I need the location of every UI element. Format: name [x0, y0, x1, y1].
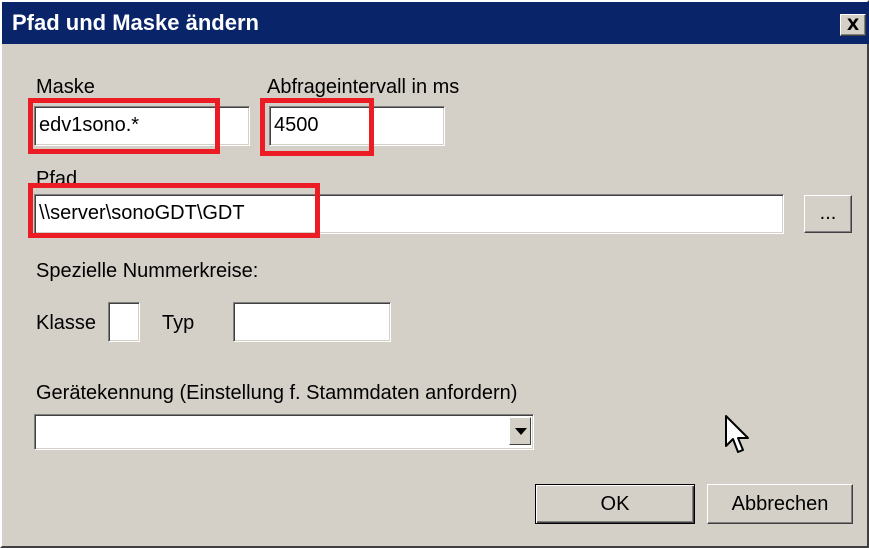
special-ranges-label: Spezielle Nummerkreise: — [36, 260, 259, 282]
browse-button-label: ... — [819, 202, 837, 224]
ok-button-label: OK — [600, 493, 630, 515]
class-input[interactable] — [108, 302, 140, 342]
type-label: Typ — [162, 312, 195, 334]
ok-button[interactable]: OK — [535, 484, 695, 524]
cancel-button[interactable]: Abbrechen — [707, 484, 853, 524]
interval-label: Abfrageintervall in ms — [267, 76, 460, 98]
title-bar[interactable]: Pfad und Maske ändern X — [2, 2, 869, 44]
browse-button[interactable]: ... — [804, 195, 852, 233]
mask-label: Maske — [36, 76, 95, 98]
chevron-down-icon[interactable] — [509, 417, 531, 445]
arrow-cursor-icon — [725, 415, 749, 453]
cancel-button-label: Abbrechen — [731, 493, 829, 515]
class-label: Klasse — [36, 312, 97, 334]
close-button[interactable]: X — [840, 14, 866, 36]
device-select[interactable] — [34, 414, 534, 450]
dialog-window: Pfad und Maske ändern X Maske edv1sono.*… — [0, 0, 869, 548]
close-icon: X — [846, 15, 860, 34]
path-input[interactable]: \\server\sonoGDT\GDT — [34, 194, 784, 234]
type-input[interactable] — [233, 302, 391, 342]
window-title: Pfad und Maske ändern — [12, 10, 259, 35]
device-label: Gerätekennung (Einstellung f. Stammdaten… — [36, 382, 518, 404]
path-label: Pfad — [36, 168, 78, 190]
interval-input[interactable]: 4500 — [269, 106, 445, 146]
mask-input[interactable]: edv1sono.* — [34, 106, 250, 146]
